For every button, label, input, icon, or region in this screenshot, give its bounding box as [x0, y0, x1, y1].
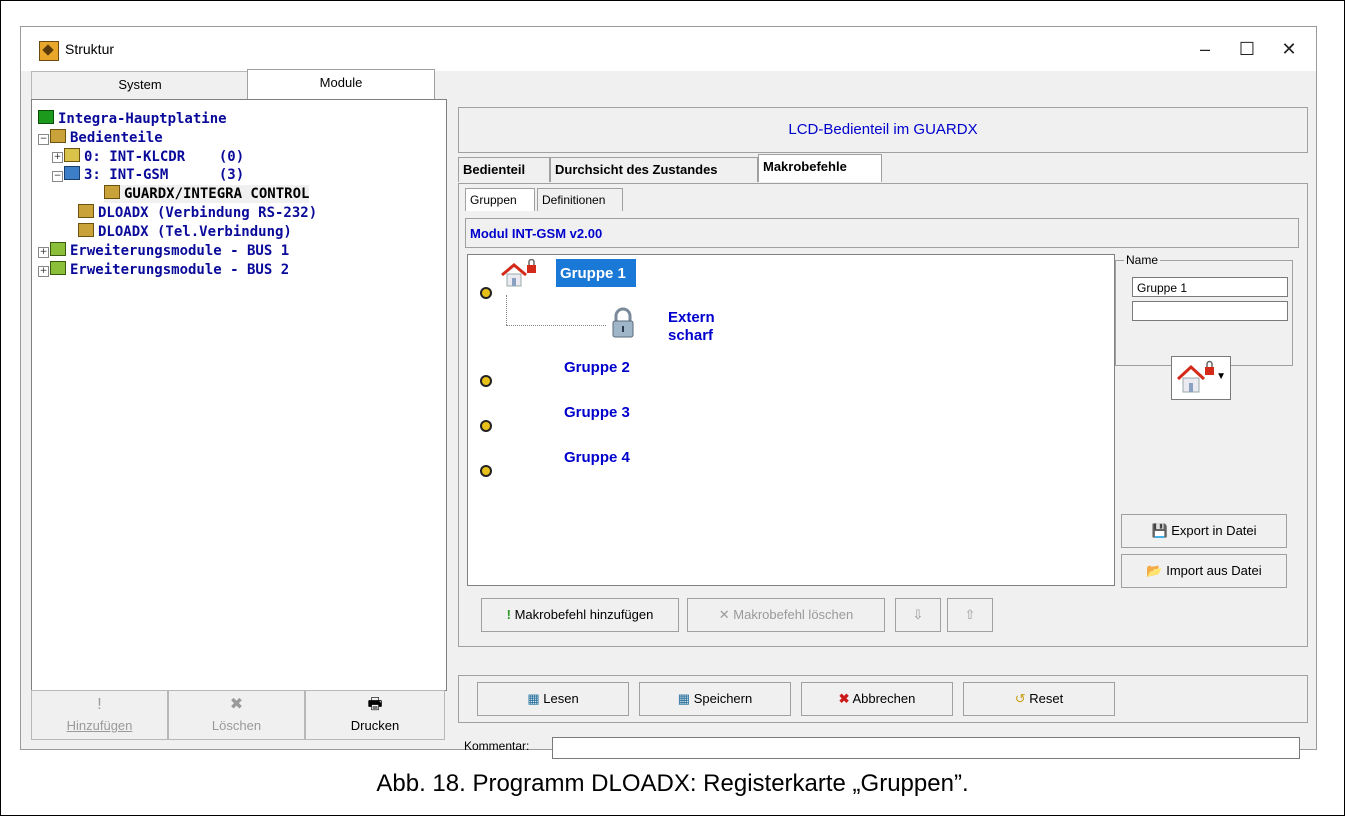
reset-button[interactable]: ↺ Reset — [963, 682, 1115, 716]
tab-definitionen[interactable]: Definitionen — [537, 188, 623, 211]
mainboard-icon — [38, 110, 54, 124]
group-bullet-icon — [480, 375, 492, 387]
comment-row: Kommentar: — [458, 733, 1306, 763]
close-button[interactable]: ✕ — [1277, 37, 1301, 61]
tree-node-dloadx-tel[interactable]: DLOADX (Tel.Verbindung) — [78, 223, 292, 241]
group-icon-picker[interactable]: ▼ — [1171, 356, 1231, 400]
group-item-3[interactable]: Gruppe 3 — [564, 404, 630, 421]
tab-durchsicht[interactable]: Durchsicht des Zustandes — [550, 157, 758, 182]
tab-gruppen[interactable]: Gruppen — [465, 188, 535, 211]
keypad-icon — [78, 204, 94, 218]
collapse-toggle[interactable]: − — [52, 171, 63, 182]
save-button[interactable]: ▦ Speichern — [639, 682, 791, 716]
keypad-icon — [104, 185, 120, 199]
makrobefehle-panel: Gruppen Definitionen Modul INT-GSM v2.00… — [458, 183, 1308, 647]
delete-button[interactable]: ✖ Löschen — [168, 690, 305, 740]
delete-macro-button[interactable]: ✕ Makrobefehl löschen — [687, 598, 885, 632]
add-macro-button[interactable]: ! Makrobefehl hinzufügen — [481, 598, 679, 632]
maximize-button[interactable]: ☐ — [1235, 37, 1259, 61]
tab-bedienteil[interactable]: Bedienteil — [458, 157, 550, 182]
group-item-1[interactable]: Gruppe 1 — [556, 259, 636, 287]
action-bar: ▦ Lesen ▦ Speichern ✖ Abbrechen ↺ Reset — [458, 675, 1308, 723]
cancel-button[interactable]: ✖ Abbrechen — [801, 682, 953, 716]
house-lock-icon — [1176, 360, 1214, 393]
expand-toggle[interactable]: + — [52, 152, 63, 163]
macro-item-extern-scharf[interactable]: Extern scharf — [668, 309, 715, 345]
tree-node-gsm[interactable]: 3: INT-GSM (3) — [64, 166, 244, 184]
group-name-input-2[interactable] — [1132, 301, 1288, 321]
tree-buttons: ! Hinzufügen ✖ Löschen 🖶 Drucken — [31, 690, 445, 740]
tab-makrobefehle[interactable]: Makrobefehle — [758, 154, 882, 182]
tab-system[interactable]: System — [31, 71, 249, 99]
group-item-4[interactable]: Gruppe 4 — [564, 449, 630, 466]
read-button[interactable]: ▦ Lesen — [477, 682, 629, 716]
tree-connector — [506, 325, 606, 327]
right-panel: LCD-Bedienteil im GUARDX Bedienteil Durc… — [458, 107, 1310, 759]
minimize-button[interactable]: – — [1193, 37, 1217, 61]
module-label: Modul INT-GSM v2.00 — [465, 218, 1299, 248]
name-box: Name Gruppe 1 — [1115, 253, 1293, 366]
tree-node-klcdr[interactable]: 0: INT-KLCDR (0) — [64, 148, 244, 166]
x-icon: ✕ — [718, 607, 730, 622]
app-icon — [39, 41, 59, 61]
move-down-button[interactable]: ⇩ — [895, 598, 941, 632]
group-name-input[interactable]: Gruppe 1 — [1132, 277, 1288, 297]
move-up-button[interactable]: ⇧ — [947, 598, 993, 632]
x-icon: ✖ — [838, 691, 850, 706]
group-bullet-icon — [480, 465, 492, 477]
keypad-icon — [78, 223, 94, 237]
group-bullet-icon — [480, 287, 492, 299]
tab-module[interactable]: Module — [247, 69, 435, 99]
export-button[interactable]: 💾 Export in Datei — [1121, 514, 1287, 548]
floppy-icon: 💾 — [1151, 523, 1168, 538]
x-icon: ✖ — [229, 696, 244, 713]
keypad-group-icon — [50, 129, 66, 143]
expand-toggle[interactable]: + — [38, 266, 49, 277]
name-legend: Name — [1124, 253, 1161, 267]
save-icon: ▦ — [677, 691, 691, 706]
comment-input[interactable] — [552, 737, 1300, 759]
window-title: Struktur — [65, 41, 115, 57]
tree-node-bus1[interactable]: Erweiterungsmodule - BUS 1 — [50, 242, 289, 260]
printer-icon: 🖶 — [367, 696, 383, 713]
folder-open-icon: 📂 — [1146, 563, 1163, 578]
gsm-module-icon — [64, 166, 80, 180]
chevron-down-icon: ▼ — [1216, 371, 1226, 382]
expand-toggle[interactable]: + — [38, 247, 49, 258]
module-tree-panel: Integra-Hauptplatine − Bedienteile + 0: … — [31, 99, 447, 691]
exclamation-icon: ! — [97, 696, 102, 713]
comment-label: Kommentar: — [464, 739, 530, 753]
tree-connector — [506, 295, 508, 325]
collapse-toggle[interactable]: − — [38, 134, 49, 145]
device-header: LCD-Bedienteil im GUARDX — [458, 107, 1308, 153]
struktur-window: Struktur – ☐ ✕ System Module Integra-Hau… — [20, 26, 1317, 759]
lock-icon — [610, 307, 636, 339]
exclamation-icon: ! — [506, 607, 511, 622]
group-item-2[interactable]: Gruppe 2 — [564, 359, 630, 376]
add-button[interactable]: ! Hinzufügen — [31, 690, 168, 740]
tree-node-guardx[interactable]: GUARDX/INTEGRA CONTROL — [104, 185, 310, 203]
groups-list[interactable]: Gruppe 1 Extern scharf Gruppe 2 Gruppe 3… — [467, 254, 1115, 586]
group-bullet-icon — [480, 420, 492, 432]
tree-node-dloadx-rs232[interactable]: DLOADX (Verbindung RS-232) — [78, 204, 317, 222]
tree-node-mainboard[interactable]: Integra-Hauptplatine — [38, 110, 227, 128]
figure-caption: Abb. 18. Programm DLOADX: Registerkarte … — [376, 770, 969, 797]
tree-node-bedienteile[interactable]: Bedienteile — [50, 129, 163, 147]
import-button[interactable]: 📂 Import aus Datei — [1121, 554, 1287, 588]
print-button[interactable]: 🖶 Drucken — [305, 690, 445, 740]
reset-icon: ↺ — [1014, 691, 1026, 706]
house-lock-icon — [500, 258, 540, 289]
expansion-bus-icon — [50, 261, 66, 275]
keypad-icon — [64, 148, 80, 162]
expansion-bus-icon — [50, 242, 66, 256]
title-bar: Struktur – ☐ ✕ — [21, 27, 1316, 71]
read-icon: ▦ — [527, 691, 540, 706]
tree-node-bus2[interactable]: Erweiterungsmodule - BUS 2 — [50, 261, 289, 279]
